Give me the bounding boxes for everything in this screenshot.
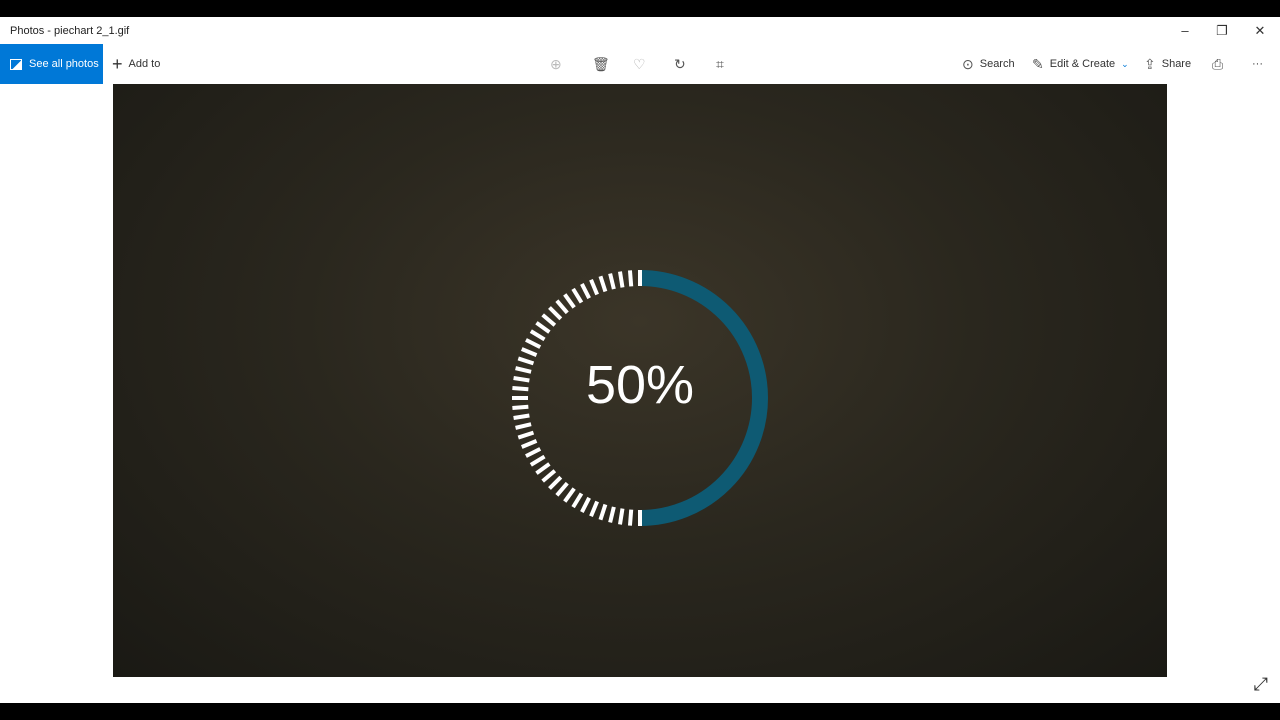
remaining-tick	[525, 447, 542, 458]
print-icon: ⎙	[1212, 55, 1224, 72]
see-all-label: See all photos	[29, 58, 99, 70]
minimize-button[interactable]: –	[1166, 17, 1204, 44]
remaining-tick	[529, 454, 546, 467]
remaining-tick	[513, 413, 530, 420]
heart-icon: ♡	[633, 55, 646, 72]
more-icon: ···	[1252, 58, 1263, 70]
remaining-tick	[535, 462, 551, 475]
remaining-tick	[618, 271, 625, 288]
remaining-tick	[548, 306, 563, 321]
delete-button[interactable]: 🗑	[592, 44, 610, 84]
add-to-button[interactable]: + Add to	[112, 44, 160, 84]
remaining-tick	[515, 422, 532, 430]
expand-icon[interactable]: ⤢	[1254, 674, 1268, 695]
remaining-tick	[618, 508, 625, 525]
remaining-tick	[598, 503, 608, 521]
remaining-tick	[608, 273, 616, 290]
share-label: Share	[1161, 58, 1192, 70]
search-button[interactable]: ⊙ Search	[962, 44, 1015, 84]
see-all-photos-button[interactable]: See all photos	[0, 44, 103, 84]
remaining-tick	[520, 439, 538, 449]
remaining-tick	[513, 376, 530, 383]
remaining-tick	[520, 347, 538, 357]
close-button[interactable]: ✕	[1241, 17, 1279, 44]
edit-create-label: Edit & Create	[1049, 58, 1116, 70]
rotate-icon: ↻	[674, 55, 686, 72]
more-button[interactable]: ···	[1252, 44, 1263, 84]
remaining-tick	[525, 338, 542, 349]
remaining-tick	[548, 475, 563, 490]
add-to-label: Add to	[128, 58, 161, 70]
remaining-tick	[555, 481, 569, 497]
remaining-tick	[571, 287, 584, 304]
remaining-tick	[580, 496, 591, 513]
favorite-button[interactable]: ♡	[633, 44, 646, 84]
remaining-tick	[580, 283, 591, 300]
photo-view: 50%	[113, 84, 1167, 677]
remaining-tick	[512, 385, 529, 392]
edit-icon: ✎	[1032, 55, 1044, 72]
remaining-tick	[512, 404, 529, 411]
remaining-tick	[517, 356, 535, 366]
window-title: Photos - piechart 2_1.gif	[10, 25, 130, 37]
remaining-tick	[535, 321, 551, 334]
remaining-tick	[627, 270, 634, 287]
restore-button[interactable]: ❐	[1203, 17, 1241, 44]
remaining-tick	[515, 366, 532, 374]
remaining-tick	[541, 469, 557, 483]
delete-icon: 🗑	[592, 55, 610, 72]
print-button[interactable]: ⎙	[1212, 44, 1223, 84]
crop-icon: ⌗	[716, 55, 724, 72]
remaining-tick	[589, 278, 599, 296]
remaining-tick	[517, 430, 535, 440]
share-button[interactable]: ⇪ Share	[1144, 44, 1191, 84]
plus-icon: +	[112, 53, 123, 74]
remaining-tick	[529, 329, 546, 342]
remaining-tick	[598, 275, 608, 293]
remaining-tick	[563, 293, 576, 309]
zoom-icon: ⊕	[550, 55, 562, 72]
remaining-tick	[563, 487, 576, 503]
remaining-tick	[627, 509, 634, 526]
search-icon: ⊙	[962, 55, 974, 72]
photos-window: Photos - piechart 2_1.gif – ❐ ✕ See all …	[0, 17, 1280, 703]
chevron-down-icon: ⌄	[1121, 58, 1129, 69]
search-label: Search	[979, 58, 1015, 70]
share-icon: ⇪	[1144, 55, 1156, 72]
photos-icon	[10, 58, 22, 70]
remaining-tick	[541, 313, 557, 327]
remaining-tick	[571, 492, 584, 509]
remaining-tick	[608, 506, 616, 523]
remaining-tick	[555, 299, 569, 315]
crop-button[interactable]: ⌗	[716, 44, 724, 84]
zoom-button[interactable]: ⊕	[550, 44, 562, 84]
title-bar: Photos - piechart 2_1.gif – ❐ ✕	[0, 17, 1280, 44]
percent-label: 50%	[585, 355, 695, 415]
edit-create-button[interactable]: ✎ Edit & Create ⌄	[1032, 44, 1129, 84]
remaining-tick	[589, 500, 599, 518]
toolbar: See all photos + Add to ⊕ 🗑 ♡ ↻ ⌗ ⊙ Search…	[0, 44, 1280, 84]
rotate-button[interactable]: ↻	[674, 44, 686, 84]
